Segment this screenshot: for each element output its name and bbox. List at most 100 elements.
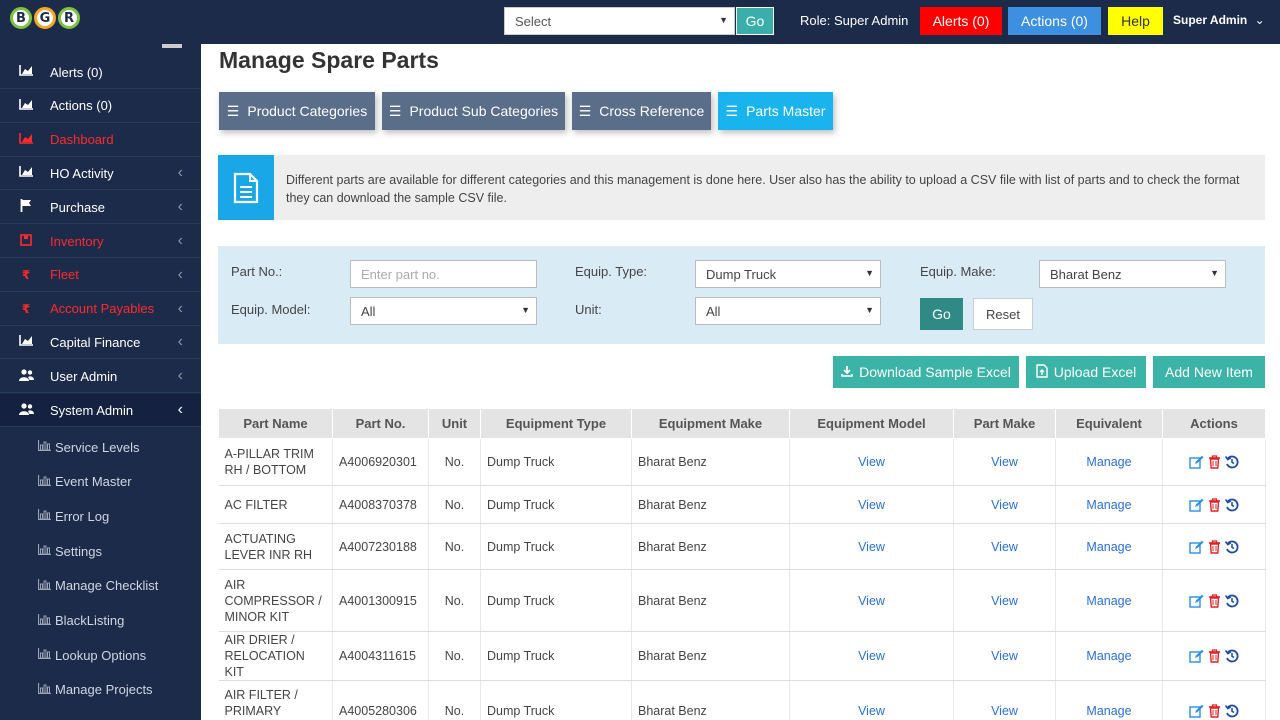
history-icon[interactable] xyxy=(1225,649,1239,663)
manage-link[interactable]: Manage xyxy=(1086,540,1131,554)
history-icon[interactable] xyxy=(1225,498,1239,512)
cell-text: Dump Truck xyxy=(487,703,555,718)
filter-reset-button[interactable]: Reset xyxy=(973,298,1033,330)
edit-icon[interactable] xyxy=(1189,594,1204,608)
cell-text: Bharat Benz xyxy=(638,593,707,608)
manage-link[interactable]: Manage xyxy=(1086,649,1131,663)
cell-equivalent: Manage xyxy=(1055,569,1163,632)
cell-type: Dump Truck xyxy=(480,523,632,570)
cell-text: Dump Truck xyxy=(487,455,555,469)
col-header[interactable]: Actions xyxy=(1162,408,1266,439)
sidebar-item-system-admin[interactable]: System Admin ‹ xyxy=(0,394,201,427)
download-sample-button[interactable]: Download Sample Excel xyxy=(833,356,1019,388)
manage-link[interactable]: Manage xyxy=(1086,455,1131,469)
cell-no: A4006920301 xyxy=(332,438,429,486)
sidebar-subitem-settings[interactable]: Settings xyxy=(0,534,201,569)
sidebar-toggle[interactable] xyxy=(162,44,182,48)
sidebar-item-dashboard[interactable]: Dashboard xyxy=(0,124,201,157)
view-link[interactable]: View xyxy=(858,455,885,469)
bar-chart-icon xyxy=(37,682,51,697)
cell-text: AIR FILTER / PRIMARY ELEMENT xyxy=(224,687,298,720)
manage-link[interactable]: Manage xyxy=(1086,498,1131,512)
header-go-button[interactable]: Go xyxy=(736,7,774,35)
sidebar-item-label: Dashboard xyxy=(50,132,114,148)
alerts-button[interactable]: Alerts (0) xyxy=(920,7,1002,35)
tab-label: Product Categories xyxy=(247,103,368,119)
delete-icon[interactable] xyxy=(1208,649,1221,663)
cell-unit: No. xyxy=(428,523,481,570)
history-icon[interactable] xyxy=(1225,455,1239,469)
header-select[interactable]: Select ▼ xyxy=(504,7,735,35)
sidebar-subitem-manage-checklist[interactable]: Manage Checklist xyxy=(0,568,201,603)
edit-icon[interactable] xyxy=(1189,704,1204,718)
sidebar-item-purchase[interactable]: Purchase ‹ xyxy=(0,191,201,225)
part-no-input[interactable]: Enter part no. xyxy=(350,260,537,288)
delete-icon[interactable] xyxy=(1208,593,1221,608)
col-header[interactable]: Equipment Model xyxy=(789,408,954,439)
filter-go-button[interactable]: Go xyxy=(920,298,963,330)
edit-icon[interactable] xyxy=(1189,498,1204,512)
history-icon[interactable] xyxy=(1225,594,1239,608)
sidebar-item-capital-finance[interactable]: Capital Finance ‹ xyxy=(0,326,201,360)
sidebar-subitem-event-master[interactable]: Event Master xyxy=(0,464,201,499)
tab-parts-master[interactable]: ☰ Parts Master xyxy=(718,92,833,130)
history-icon[interactable] xyxy=(1225,704,1239,718)
add-new-item-button[interactable]: Add New Item xyxy=(1153,356,1265,388)
view-link[interactable]: View xyxy=(991,455,1018,469)
tab-cross-reference[interactable]: ☰ Cross Reference xyxy=(572,92,711,130)
bgr-logo[interactable]: B G R xyxy=(10,7,80,29)
col-header[interactable]: Unit xyxy=(428,408,481,439)
tab-product-sub-categories[interactable]: ☰ Product Sub Categories xyxy=(382,92,565,130)
sidebar-subitem-manage-projects[interactable]: Manage Projects xyxy=(0,672,201,707)
manage-link[interactable]: Manage xyxy=(1086,594,1131,608)
equip-type-select[interactable]: Dump Truck ▼ xyxy=(695,260,881,288)
equip-make-select[interactable]: Bharat Benz ▼ xyxy=(1039,260,1226,288)
sidebar-item-account-payables[interactable]: ₹ Account Payables ‹ xyxy=(0,293,201,326)
view-link[interactable]: View xyxy=(991,540,1018,554)
delete-icon[interactable] xyxy=(1208,539,1221,554)
edit-icon[interactable] xyxy=(1189,649,1204,663)
sidebar-item-inventory[interactable]: Inventory ‹ xyxy=(0,225,201,258)
sidebar-subitem-service-levels[interactable]: Service Levels xyxy=(0,430,201,464)
history-icon[interactable] xyxy=(1225,540,1239,554)
view-link[interactable]: View xyxy=(858,704,885,718)
sidebar-item-actions-0[interactable]: Actions (0) xyxy=(0,90,201,123)
view-link[interactable]: View xyxy=(991,498,1018,512)
view-link[interactable]: View xyxy=(991,704,1018,718)
col-header[interactable]: Part No. xyxy=(332,408,429,439)
col-header[interactable]: Part Name xyxy=(218,408,333,439)
unit-select[interactable]: All ▼ xyxy=(695,297,881,325)
view-link[interactable]: View xyxy=(858,594,885,608)
view-link[interactable]: View xyxy=(991,594,1018,608)
delete-icon[interactable] xyxy=(1208,497,1221,512)
delete-icon[interactable] xyxy=(1208,703,1221,718)
delete-icon[interactable] xyxy=(1208,455,1221,469)
upload-excel-button[interactable]: Upload Excel xyxy=(1026,356,1146,388)
col-header[interactable]: Part Make xyxy=(953,408,1056,439)
sidebar-item-label: HO Activity xyxy=(50,165,114,181)
page-title: Manage Spare Parts xyxy=(219,47,439,73)
user-menu[interactable]: Super Admin ⌄ xyxy=(1173,13,1265,27)
edit-icon[interactable] xyxy=(1189,540,1204,554)
sidebar-item-user-admin[interactable]: User Admin ‹ xyxy=(0,360,201,394)
sidebar-item-alerts-0[interactable]: Alerts (0) xyxy=(0,56,201,89)
col-header[interactable]: Equipment Make xyxy=(631,408,790,439)
actions-button[interactable]: Actions (0) xyxy=(1008,7,1101,35)
view-link[interactable]: View xyxy=(991,649,1018,663)
sidebar-item-ho-activity[interactable]: HO Activity ‹ xyxy=(0,157,201,191)
box-icon xyxy=(18,233,34,249)
view-link[interactable]: View xyxy=(858,649,885,663)
manage-link[interactable]: Manage xyxy=(1086,704,1131,718)
sidebar-subitem-lookup-options[interactable]: Lookup Options xyxy=(0,638,201,673)
col-header[interactable]: Equipment Type xyxy=(480,408,632,439)
col-header[interactable]: Equivalent xyxy=(1055,408,1163,439)
edit-icon[interactable] xyxy=(1189,455,1204,469)
sidebar-subitem-blacklisting[interactable]: BlackListing xyxy=(0,603,201,638)
tab-product-categories[interactable]: ☰ Product Categories xyxy=(219,92,375,130)
view-link[interactable]: View xyxy=(858,498,885,512)
equip-model-select[interactable]: All ▼ xyxy=(350,297,537,325)
sidebar-item-fleet[interactable]: ₹ Fleet ‹ xyxy=(0,259,201,292)
help-button[interactable]: Help xyxy=(1108,7,1163,35)
sidebar-subitem-error-log[interactable]: Error Log xyxy=(0,499,201,534)
view-link[interactable]: View xyxy=(858,540,885,554)
